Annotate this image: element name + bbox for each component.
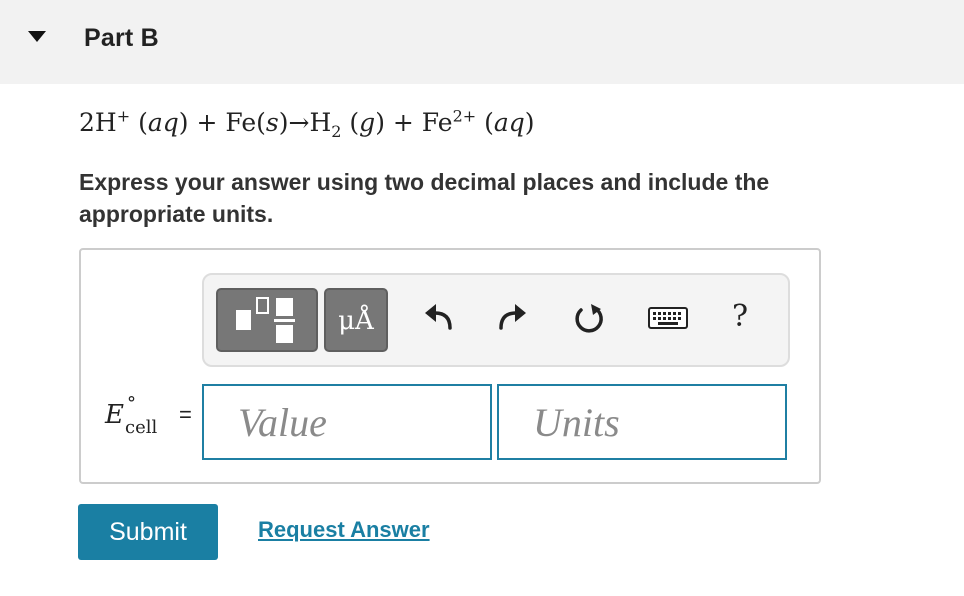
math-toolbar: μÅ ? — [202, 273, 790, 367]
keyboard-icon[interactable] — [648, 307, 688, 331]
reset-icon[interactable] — [572, 302, 606, 336]
part-header: Part B — [0, 0, 964, 84]
help-icon[interactable]: ? — [732, 299, 748, 334]
redo-icon[interactable] — [495, 300, 529, 334]
instructions-text: Express your answer using two decimal pl… — [79, 169, 770, 227]
part-title: Part B — [84, 24, 159, 52]
units-label: μÅ — [338, 306, 374, 336]
collapse-triangle-icon[interactable] — [28, 31, 46, 42]
submit-button[interactable]: Submit — [78, 504, 218, 560]
units-field — [497, 384, 787, 460]
templates-button[interactable] — [216, 288, 318, 352]
request-answer-link[interactable]: Request Answer — [258, 517, 430, 543]
templates-icon — [236, 297, 295, 343]
value-input[interactable] — [204, 386, 490, 458]
ecell-label: E ° cell = — [105, 393, 192, 438]
units-input[interactable] — [499, 386, 785, 458]
reaction-equation: 2H+ (aq) + Fe(s)→H2 (g) + Fe2+ (aq) — [79, 106, 535, 141]
units-button[interactable]: μÅ — [324, 288, 388, 352]
answer-box: μÅ ? E ° cell = — [79, 248, 821, 484]
value-field — [202, 384, 492, 460]
undo-icon[interactable] — [422, 300, 456, 334]
